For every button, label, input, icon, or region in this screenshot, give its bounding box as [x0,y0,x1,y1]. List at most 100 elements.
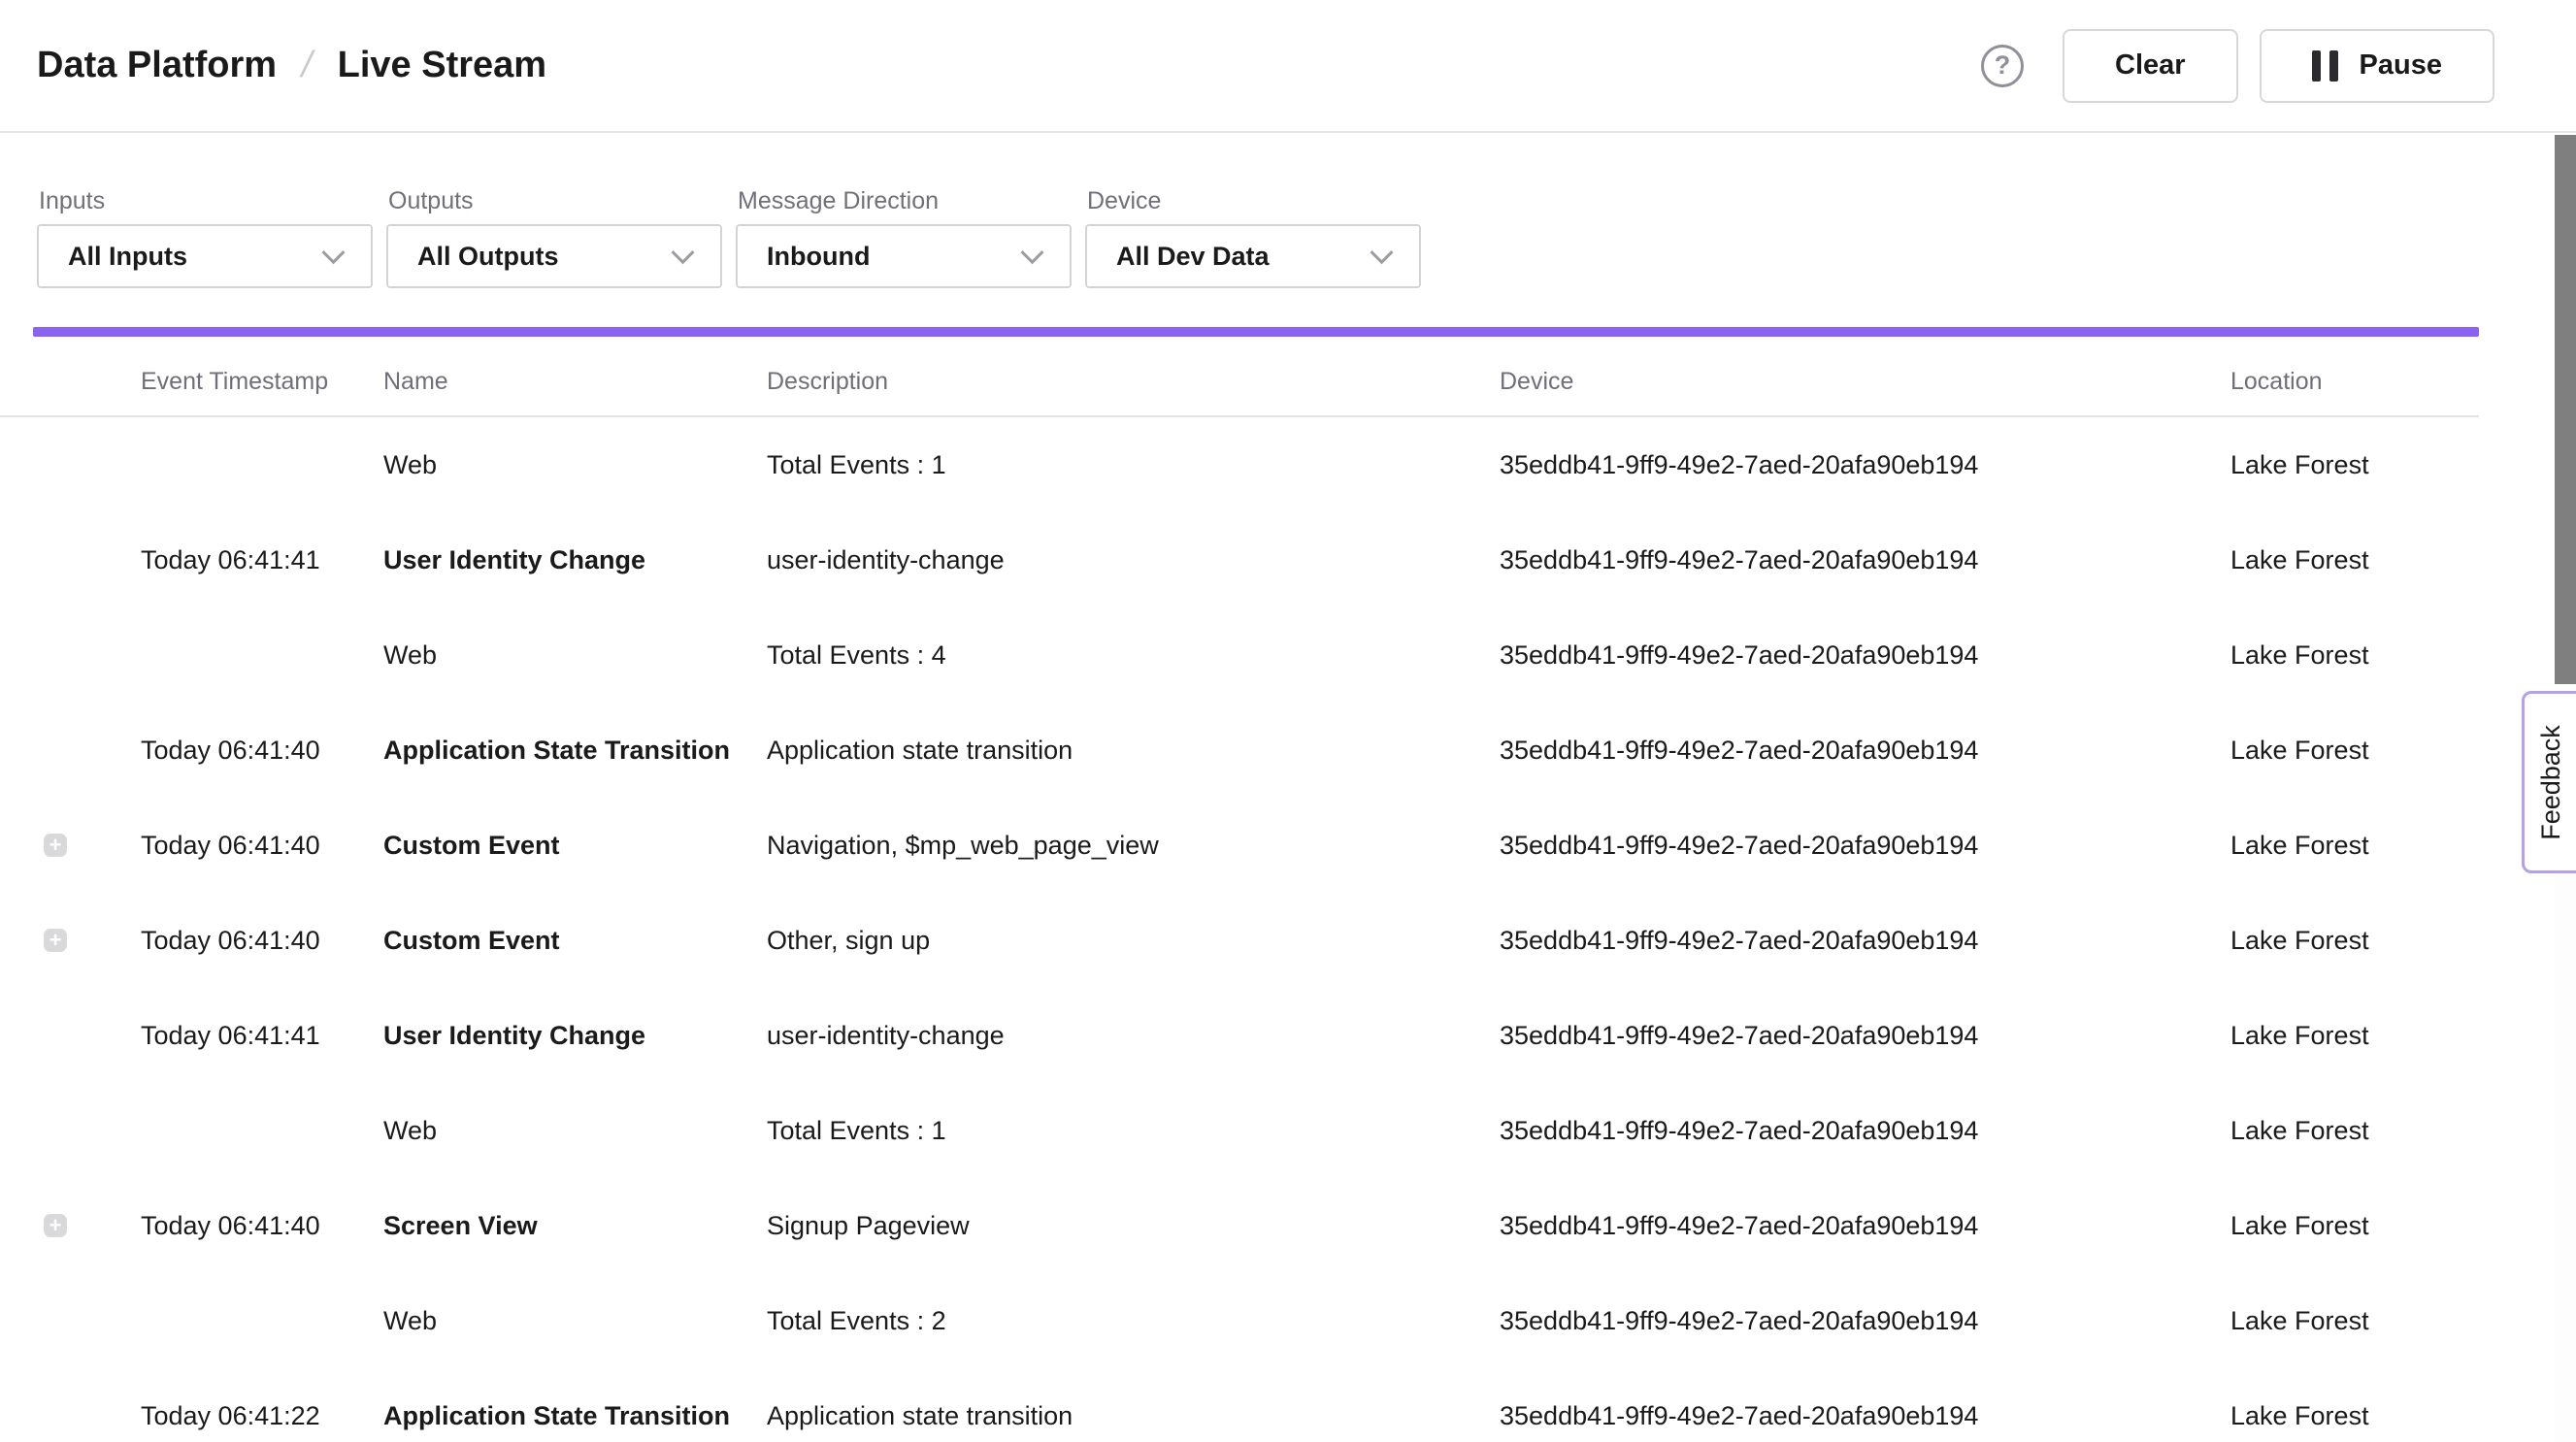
event-description-cell: Total Events : 4 [767,640,1500,671]
event-description-cell: Navigation, $mp_web_page_view [767,831,1500,861]
events-table: Event Timestamp Name Description Device … [0,337,2479,1442]
event-device-cell: 35eddb41-9ff9-49e2-7aed-20afa90eb194 [1500,545,2230,575]
event-device-cell: 35eddb41-9ff9-49e2-7aed-20afa90eb194 [1500,1211,2230,1241]
event-description-cell: Application state transition [767,1401,1500,1431]
event-location-cell: Lake Forest [2230,831,2479,861]
event-name-cell: Web [383,1306,767,1336]
row-expand-gutter: + [0,1309,141,1332]
help-icon[interactable]: ? [1981,45,2024,87]
pause-button[interactable]: Pause [2260,29,2494,103]
event-location-cell: Lake Forest [2230,1116,2479,1146]
event-name-cell: Web [383,1116,767,1146]
event-name-cell: Screen View [383,1211,767,1241]
event-timestamp-cell: Today 06:41:41 [141,1021,383,1051]
header-cell-device: Device [1500,368,2230,415]
event-timestamp-cell: Today 06:41:40 [141,926,383,956]
scrollbar-thumb[interactable] [2555,135,2576,684]
events-table-header: Event Timestamp Name Description Device … [0,337,2479,417]
expand-row-button[interactable]: + [44,834,67,857]
table-row[interactable]: + Web Total Events : 1 35eddb41-9ff9-49e… [0,417,2479,512]
row-expand-gutter: + [0,834,141,857]
table-row[interactable]: + Today 06:41:40 Screen View Signup Page… [0,1178,2479,1273]
event-location-cell: Lake Forest [2230,1401,2479,1431]
header-cell-event-timestamp: Event Timestamp [141,368,383,415]
header-cell-empty [0,396,141,415]
table-row[interactable]: + Web Total Events : 2 35eddb41-9ff9-49e… [0,1273,2479,1368]
header-actions: ? Clear Pause [1981,29,2494,103]
filter-group-inputs: Inputs All Inputs [37,188,373,288]
event-device-cell: 35eddb41-9ff9-49e2-7aed-20afa90eb194 [1500,640,2230,671]
event-location-cell: Lake Forest [2230,1211,2479,1241]
row-expand-gutter: + [0,548,141,572]
pause-button-label: Pause [2360,49,2442,82]
event-name-cell: User Identity Change [383,1021,767,1051]
chevron-down-icon [1370,241,1393,264]
inputs-select-value: All Inputs [68,242,187,272]
table-row[interactable]: + Today 06:41:41 User Identity Change us… [0,512,2479,607]
breadcrumb: Data Platform / Live Stream [37,45,546,86]
event-device-cell: 35eddb41-9ff9-49e2-7aed-20afa90eb194 [1500,926,2230,956]
pause-icon [2312,50,2338,82]
row-expand-gutter: + [0,1024,141,1047]
table-row[interactable]: + Today 06:41:41 User Identity Change us… [0,988,2479,1083]
table-row[interactable]: + Today 06:41:40 Custom Event Navigation… [0,798,2479,893]
events-table-body: + Web Total Events : 1 35eddb41-9ff9-49e… [0,417,2479,1442]
event-device-cell: 35eddb41-9ff9-49e2-7aed-20afa90eb194 [1500,1116,2230,1146]
row-expand-gutter: + [0,1119,141,1142]
row-expand-gutter: + [0,929,141,952]
outputs-select[interactable]: All Outputs [386,224,722,288]
event-name-cell: Application State Transition [383,736,767,766]
filter-group-outputs: Outputs All Outputs [386,188,722,288]
header-cell-description: Description [767,368,1500,415]
row-expand-gutter: + [0,738,141,762]
event-description-cell: user-identity-change [767,545,1500,575]
live-stream-screen: Data Platform / Live Stream ? Clear Paus… [0,0,2576,1442]
table-row[interactable]: + Web Total Events : 4 35eddb41-9ff9-49e… [0,607,2479,703]
event-location-cell: Lake Forest [2230,1306,2479,1336]
event-location-cell: Lake Forest [2230,545,2479,575]
event-name-cell: Web [383,640,767,671]
event-description-cell: Total Events : 2 [767,1306,1500,1336]
event-timestamp-cell: Today 06:41:40 [141,736,383,766]
filter-label-outputs: Outputs [388,188,722,214]
table-row[interactable]: + Today 06:41:40 Custom Event Other, sig… [0,893,2479,988]
device-select-value: All Dev Data [1116,242,1270,272]
event-timestamp-cell: Today 06:41:22 [141,1401,383,1431]
breadcrumb-data-platform[interactable]: Data Platform [37,45,277,86]
inputs-select[interactable]: All Inputs [37,224,373,288]
event-name-cell: Application State Transition [383,1401,767,1431]
top-header: Data Platform / Live Stream ? Clear Paus… [0,0,2576,133]
event-description-cell: Total Events : 1 [767,1116,1500,1146]
event-description-cell: Application state transition [767,736,1500,766]
message-direction-select[interactable]: Inbound [736,224,1072,288]
event-device-cell: 35eddb41-9ff9-49e2-7aed-20afa90eb194 [1500,1306,2230,1336]
event-name-cell: Web [383,450,767,480]
expand-row-button[interactable]: + [44,929,67,952]
header-cell-name: Name [383,368,767,415]
filters-bar: Inputs All Inputs Outputs All Outputs Me… [37,188,1421,288]
row-expand-gutter: + [0,453,141,476]
expand-row-button[interactable]: + [44,1214,67,1237]
event-timestamp-cell: Today 06:41:40 [141,831,383,861]
feedback-tab-label: Feedback [2536,725,2566,840]
table-row[interactable]: + Web Total Events : 1 35eddb41-9ff9-49e… [0,1083,2479,1178]
table-row[interactable]: + Today 06:41:40 Application State Trans… [0,703,2479,798]
event-device-cell: 35eddb41-9ff9-49e2-7aed-20afa90eb194 [1500,831,2230,861]
event-name-cell: Custom Event [383,926,767,956]
event-name-cell: User Identity Change [383,545,767,575]
stream-status-bar [33,327,2479,337]
filter-group-device: Device All Dev Data [1085,188,1421,288]
filter-group-message-direction: Message Direction Inbound [736,188,1072,288]
help-glyph: ? [1995,50,2011,81]
header-cell-location: Location [2230,368,2479,415]
device-select[interactable]: All Dev Data [1085,224,1421,288]
outputs-select-value: All Outputs [417,242,558,272]
event-device-cell: 35eddb41-9ff9-49e2-7aed-20afa90eb194 [1500,450,2230,480]
event-description-cell: Signup Pageview [767,1211,1500,1241]
table-row[interactable]: + Today 06:41:22 Application State Trans… [0,1368,2479,1442]
event-device-cell: 35eddb41-9ff9-49e2-7aed-20afa90eb194 [1500,1401,2230,1431]
event-name-cell: Custom Event [383,831,767,861]
filter-label-inputs: Inputs [39,188,373,214]
clear-button[interactable]: Clear [2063,29,2238,103]
feedback-tab[interactable]: Feedback [2522,691,2576,873]
